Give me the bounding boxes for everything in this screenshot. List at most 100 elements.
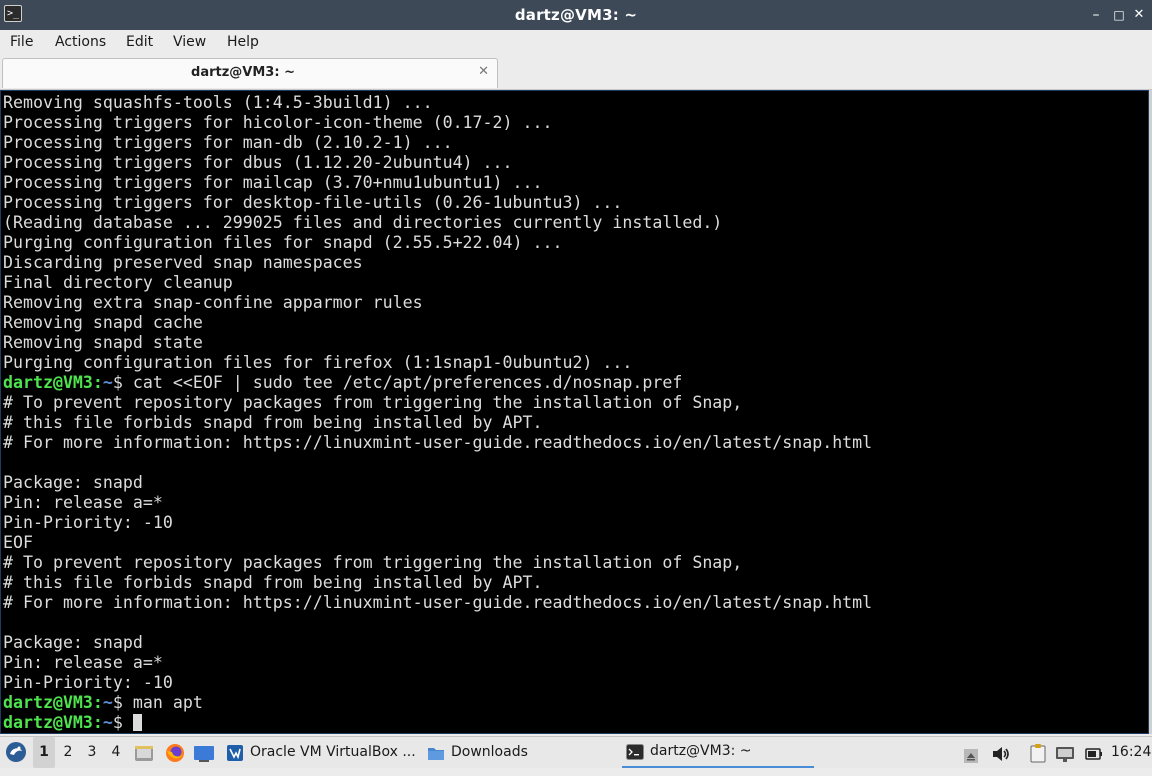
output-line: Pin-Priority: -10 <box>3 673 1148 693</box>
prompt-line: dartz@VM3:~$ cat <<EOF | sudo tee /etc/a… <box>3 373 1148 393</box>
output-text: Processing triggers for dbus (1.12.20-2u… <box>3 153 513 172</box>
firefox-icon[interactable] <box>164 742 186 764</box>
volume-icon[interactable] <box>991 744 1011 762</box>
output-text: # To prevent repository packages from tr… <box>3 393 743 412</box>
prompt-user: dartz@VM3 <box>3 373 93 392</box>
prompt-line: dartz@VM3:~$ man apt <box>3 693 1148 713</box>
output-text: Final directory cleanup <box>3 273 233 292</box>
output-text: Removing snapd state <box>3 333 203 352</box>
output-text: Processing triggers for hicolor-icon-the… <box>3 113 553 132</box>
task-label: dartz@VM3: ~ <box>650 743 752 759</box>
output-text: Processing triggers for man-db (2.10.2-1… <box>3 133 453 152</box>
prompt-line: dartz@VM3:~$ <box>3 713 1148 733</box>
output-text: (Reading database ... 299025 files and d… <box>3 213 723 232</box>
output-text: # To prevent repository packages from tr… <box>3 553 743 572</box>
output-line: Processing triggers for mailcap (3.70+nm… <box>3 173 1148 193</box>
clock[interactable]: 16:24 <box>1111 737 1151 768</box>
window-titlebar[interactable]: >_ dartz@VM3: ~ – □ ✕ <box>0 0 1152 30</box>
output-line: # To prevent repository packages from tr… <box>3 393 1148 413</box>
output-text: Removing squashfs-tools (1:4.5-3build1) … <box>3 93 433 112</box>
file-manager-icon[interactable] <box>134 743 154 763</box>
prompt-symbol: $ <box>112 713 133 732</box>
workspace-4[interactable]: 4 <box>105 737 127 768</box>
output-text: # this file forbids snapd from being ins… <box>3 413 543 432</box>
output-text: # this file forbids snapd from being ins… <box>3 573 543 592</box>
output-line: EOF <box>3 533 1148 553</box>
menu-view[interactable]: View <box>173 34 206 50</box>
window-title: dartz@VM3: ~ <box>514 6 638 24</box>
task-terminal[interactable]: dartz@VM3: ~ <box>622 737 814 768</box>
power-icon[interactable] <box>1085 744 1103 762</box>
output-line: Removing squashfs-tools (1:4.5-3build1) … <box>3 93 1148 113</box>
output-text: EOF <box>3 533 33 552</box>
output-text: # For more information: https://linuxmin… <box>3 593 873 612</box>
tab-close-icon[interactable]: ✕ <box>478 64 489 79</box>
workspace-1[interactable]: 1 <box>33 737 55 768</box>
output-text: Removing snapd cache <box>3 313 203 332</box>
output-line: # this file forbids snapd from being ins… <box>3 573 1148 593</box>
prompt-user: dartz@VM3 <box>3 713 93 732</box>
network-icon[interactable] <box>1055 744 1075 762</box>
prompt-separator: : <box>92 693 103 712</box>
tab-bar: dartz@VM3: ~ ✕ <box>0 56 1152 90</box>
close-button[interactable]: ✕ <box>1131 7 1147 23</box>
output-line: # To prevent repository packages from tr… <box>3 553 1148 573</box>
output-line: Final directory cleanup <box>3 273 1148 293</box>
task-virtualbox[interactable]: Oracle VM VirtualBox ... <box>226 737 416 768</box>
output-line: Processing triggers for desktop-file-uti… <box>3 193 1148 213</box>
output-text: Purging configuration files for snapd (2… <box>3 233 563 252</box>
output-line: Removing snapd state <box>3 333 1148 353</box>
output-text: # For more information: https://linuxmin… <box>3 433 873 452</box>
menu-help[interactable]: Help <box>227 34 259 50</box>
output-line: Purging configuration files for snapd (2… <box>3 233 1148 253</box>
output-line: Pin: release a=* <box>3 653 1148 673</box>
virtualbox-icon <box>227 744 243 761</box>
task-downloads[interactable]: Downloads <box>427 737 617 768</box>
prompt-symbol: $ <box>112 693 133 712</box>
output-line: Removing snapd cache <box>3 313 1148 333</box>
menu-edit[interactable]: Edit <box>126 34 153 50</box>
output-line: Package: snapd <box>3 473 1148 493</box>
prompt-path: ~ <box>102 713 113 732</box>
maximize-button[interactable]: □ <box>1111 7 1127 23</box>
tab-label: dartz@VM3: ~ <box>191 65 295 80</box>
output-text: Purging configuration files for firefox … <box>3 353 633 372</box>
workspace-2[interactable]: 2 <box>57 737 79 768</box>
terminal-icon <box>626 743 644 760</box>
output-text: Package: snapd <box>3 473 143 492</box>
output-line: Pin: release a=* <box>3 493 1148 513</box>
command-text: man apt <box>132 693 203 712</box>
output-text: Pin: release a=* <box>3 653 163 672</box>
prompt-separator: : <box>92 713 103 732</box>
menu-actions[interactable]: Actions <box>55 34 106 50</box>
prompt-path: ~ <box>102 373 113 392</box>
clipboard-icon[interactable] <box>1029 743 1047 763</box>
prompt-separator: : <box>92 373 103 392</box>
output-line: # For more information: https://linuxmin… <box>3 593 1148 613</box>
output-text: Pin-Priority: -10 <box>3 513 173 532</box>
show-desktop-icon[interactable] <box>193 744 215 762</box>
command-text: cat <<EOF | sudo tee /etc/apt/preference… <box>132 373 683 392</box>
output-text: Pin: release a=* <box>3 493 163 512</box>
folder-icon <box>428 747 444 760</box>
workspace-3[interactable]: 3 <box>81 737 103 768</box>
menu-file[interactable]: File <box>10 34 33 50</box>
output-line: Purging configuration files for firefox … <box>3 353 1148 373</box>
output-text: Pin-Priority: -10 <box>3 673 173 692</box>
tab-terminal[interactable]: dartz@VM3: ~ ✕ <box>2 58 498 88</box>
output-line: # For more information: https://linuxmin… <box>3 433 1148 453</box>
prompt-user: dartz@VM3 <box>3 693 93 712</box>
taskbar: 1 2 3 4 Oracle VM VirtualBox ... Downloa… <box>0 736 1152 768</box>
prompt-symbol: $ <box>112 373 133 392</box>
output-line: Package: snapd <box>3 633 1148 653</box>
output-line: Processing triggers for dbus (1.12.20-2u… <box>3 153 1148 173</box>
task-label: Oracle VM VirtualBox ... <box>250 744 416 760</box>
output-line: # this file forbids snapd from being ins… <box>3 413 1148 433</box>
terminal-output[interactable]: Removing squashfs-tools (1:4.5-3build1) … <box>0 90 1149 734</box>
output-text: Discarding preserved snap namespaces <box>3 253 363 272</box>
start-menu-icon[interactable] <box>5 741 27 765</box>
minimize-button[interactable]: – <box>1088 7 1104 23</box>
eject-icon[interactable] <box>963 745 979 763</box>
